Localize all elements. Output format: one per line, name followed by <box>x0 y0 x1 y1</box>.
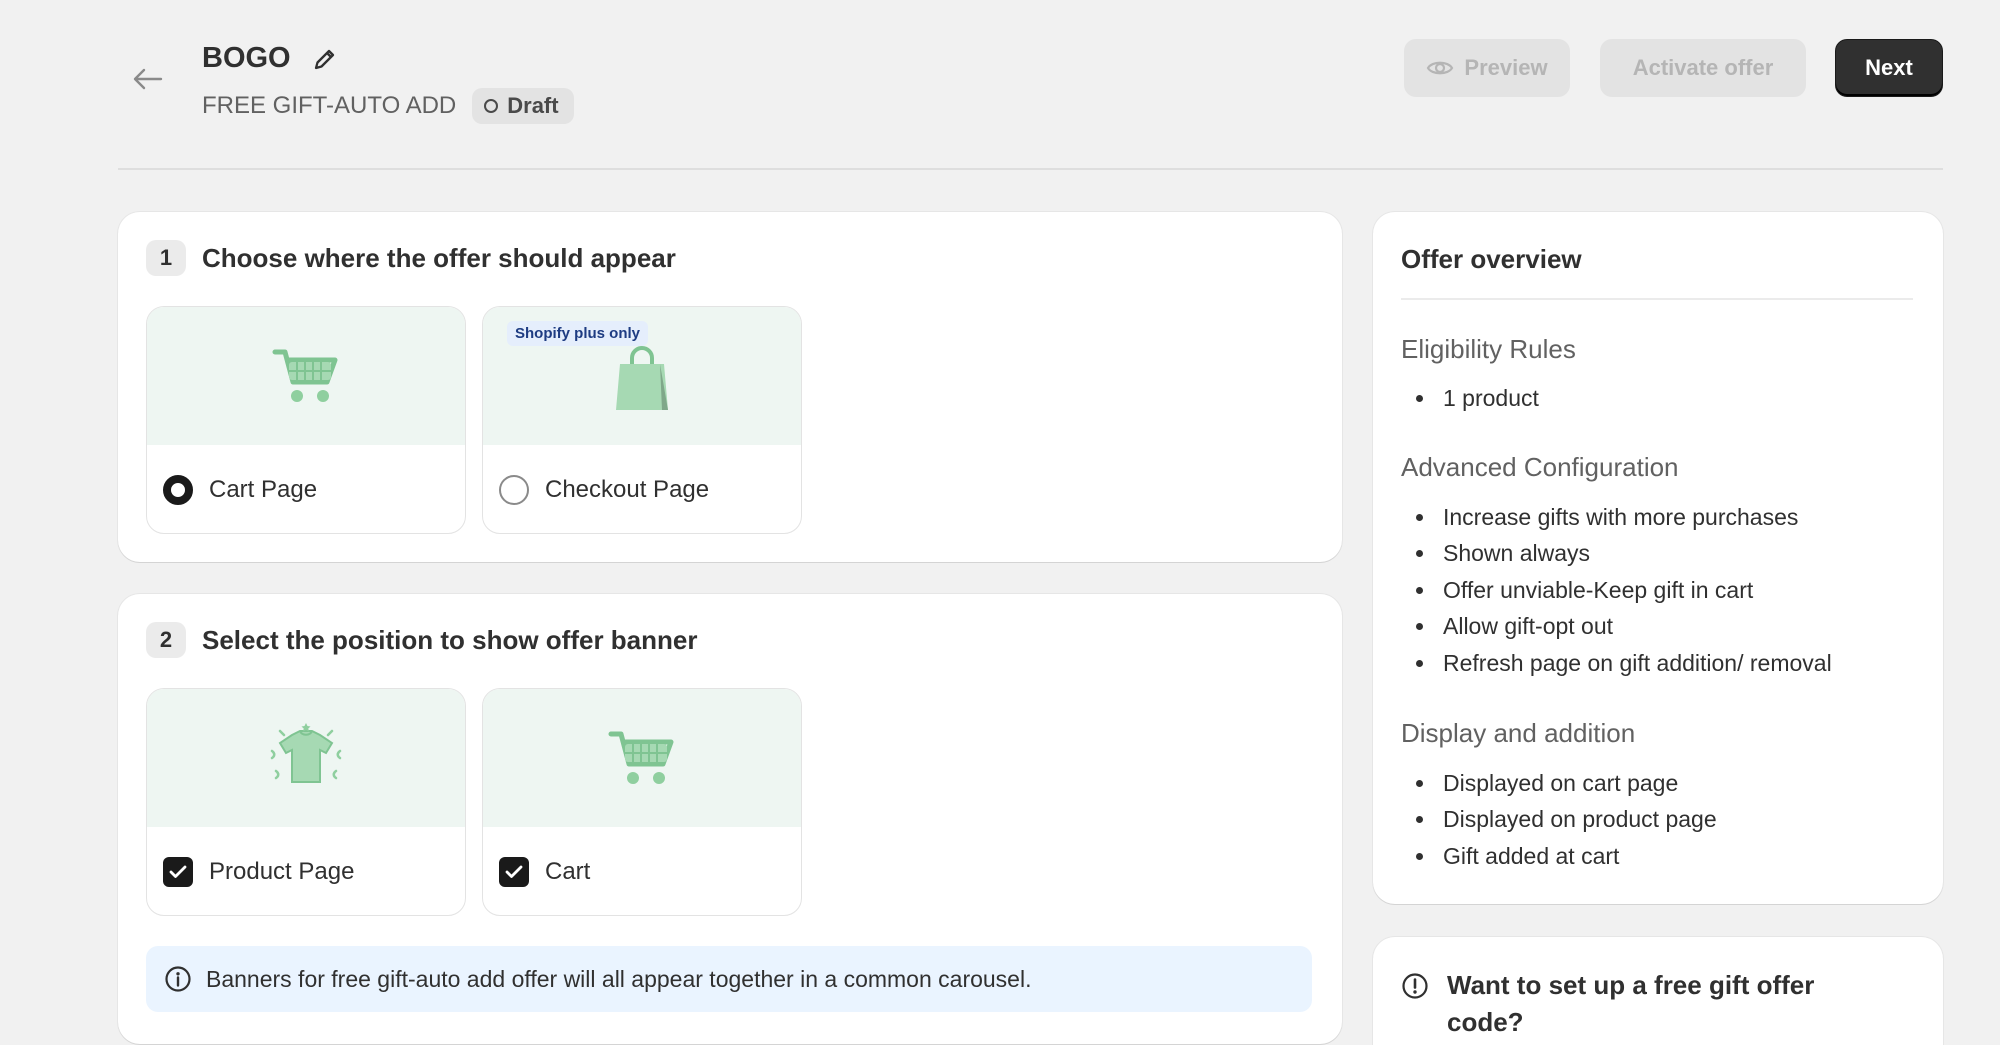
cart-page-radio[interactable] <box>163 475 193 505</box>
step-number: 2 <box>146 622 186 658</box>
divider <box>1401 298 1913 300</box>
checkmark-icon <box>505 865 523 878</box>
list-item: Allow gift-opt out <box>1416 609 1832 646</box>
status-badge: Draft <box>472 88 574 124</box>
info-banner-text: Banners for free gift-auto add offer wil… <box>206 965 1032 992</box>
option-cart-page[interactable]: Cart Page <box>146 306 466 534</box>
list-item: Shown always <box>1416 536 1832 573</box>
overview-title: Offer overview <box>1401 244 1582 274</box>
eye-icon <box>1427 61 1454 75</box>
product-page-image <box>147 689 465 827</box>
display-addition-list: Displayed on cart page Displayed on prod… <box>1416 765 1717 875</box>
free-gift-code-card: Want to set up a free gift offer code? <box>1373 937 1943 1045</box>
overview-group-heading: Display and addition <box>1401 718 1636 748</box>
cart-page-image <box>147 307 465 445</box>
list-item: 1 product <box>1416 380 1539 417</box>
banner-position-card: 2 Select the position to show offer bann… <box>118 594 1342 1044</box>
offer-placement-card: 1 Choose where the offer should appear C… <box>118 212 1342 562</box>
pencil-icon[interactable] <box>309 43 341 75</box>
product-page-label: Product Page <box>209 858 355 885</box>
list-item: Gift added at cart <box>1416 838 1717 875</box>
product-page-checkbox[interactable] <box>163 857 193 887</box>
section-title: Select the position to show offer banner <box>202 624 698 655</box>
back-arrow-icon[interactable] <box>128 62 168 96</box>
cart-checkbox[interactable] <box>499 857 529 887</box>
page-title: BOGO <box>202 42 291 74</box>
preview-button[interactable]: Preview <box>1404 39 1570 97</box>
shopping-cart-icon <box>272 349 338 402</box>
checkout-page-image: Shopify plus only <box>483 307 801 445</box>
activate-offer-button[interactable]: Activate offer <box>1600 39 1806 97</box>
alert-circle-icon <box>1402 973 1428 999</box>
shopify-plus-badge: Shopify plus only <box>507 321 649 346</box>
next-button[interactable]: Next <box>1835 39 1943 97</box>
cart-label: Cart <box>545 858 591 885</box>
option-product-page[interactable]: Product Page <box>146 688 466 916</box>
page-header: BOGO FREE GIFT-AUTO ADD Draft Preview Ac… <box>118 0 1943 170</box>
section-title: Choose where the offer should appear <box>202 242 676 273</box>
overview-group-heading: Eligibility Rules <box>1401 334 1576 364</box>
option-cart[interactable]: Cart <box>482 688 802 916</box>
status-badge-label: Draft <box>507 93 559 118</box>
checkout-page-label: Checkout Page <box>545 476 710 503</box>
list-item: Displayed on product page <box>1416 802 1717 839</box>
checkout-page-radio[interactable] <box>499 475 529 505</box>
shopping-cart-icon <box>608 731 674 784</box>
offer-overview-card: Offer overview Eligibility Rules 1 produ… <box>1373 212 1943 904</box>
draft-status-icon <box>484 99 499 113</box>
next-button-label: Next <box>1865 55 1913 80</box>
promo-text: Want to set up a free gift offer code? <box>1447 970 1815 1037</box>
offer-type-subtitle: FREE GIFT-AUTO ADD <box>202 92 457 119</box>
list-item: Increase gifts with more purchases <box>1416 499 1832 536</box>
info-banner: Banners for free gift-auto add offer wil… <box>146 946 1312 1012</box>
overview-group-heading: Advanced Configuration <box>1401 452 1679 482</box>
list-item: Refresh page on gift addition/ removal <box>1416 645 1832 682</box>
shopping-bag-icon <box>616 346 668 410</box>
step-number: 1 <box>146 240 186 276</box>
info-icon <box>165 966 191 992</box>
option-checkout-page[interactable]: Shopify plus only Checkout Page <box>482 306 802 534</box>
eligibility-list: 1 product <box>1416 380 1539 417</box>
cart-image <box>483 689 801 827</box>
list-item: Displayed on cart page <box>1416 765 1717 802</box>
tshirt-icon <box>270 723 342 783</box>
advanced-config-list: Increase gifts with more purchases Shown… <box>1416 499 1832 682</box>
preview-button-label: Preview <box>1464 55 1548 80</box>
list-item: Offer unviable-Keep gift in cart <box>1416 572 1832 609</box>
activate-offer-button-label: Activate offer <box>1632 55 1774 80</box>
checkmark-icon <box>169 865 187 878</box>
cart-page-label: Cart Page <box>209 476 318 503</box>
